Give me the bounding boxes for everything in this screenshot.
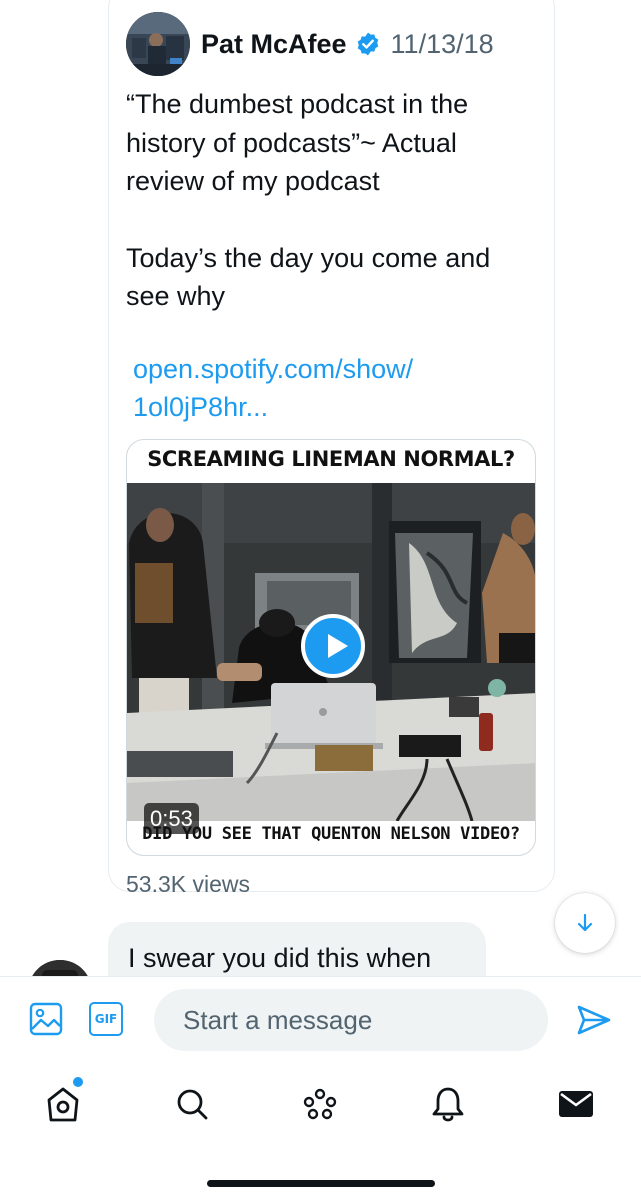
media-title: SCREAMING LINEMAN NORMAL? xyxy=(147,447,515,471)
tab-messages[interactable] xyxy=(554,1082,598,1126)
gif-label: GIF xyxy=(94,1012,118,1026)
spaces-icon xyxy=(303,1088,337,1120)
message-placeholder: Start a message xyxy=(183,1005,373,1035)
tab-spaces[interactable] xyxy=(298,1082,342,1126)
author-avatar[interactable] xyxy=(126,12,190,76)
spotify-link[interactable]: open.spotify.com/show/ 1ol0jP8hr... xyxy=(133,350,533,426)
tweet-text-line: see why xyxy=(126,281,226,311)
tab-home[interactable] xyxy=(41,1082,85,1126)
tweet-text: “The dumbest podcast in the history of p… xyxy=(126,85,546,316)
image-icon[interactable] xyxy=(28,1001,64,1037)
bell-icon xyxy=(432,1087,464,1122)
search-icon xyxy=(177,1089,208,1120)
media-caption: DID YOU SEE THAT QUENTON NELSON VIDEO? xyxy=(142,824,520,844)
tweet-text-line: history of podcasts”~ Actual xyxy=(126,127,457,158)
tweet-text-line: Today’s the day you come and xyxy=(126,242,491,273)
scroll-to-bottom-button[interactable] xyxy=(555,893,615,953)
tweet-text-line: “The dumbest podcast in the xyxy=(126,89,469,119)
play-icon xyxy=(328,634,348,658)
gif-icon[interactable]: GIF xyxy=(89,1002,123,1036)
mail-icon xyxy=(559,1091,593,1117)
home-indicator xyxy=(207,1180,435,1187)
tab-notifications[interactable] xyxy=(426,1082,470,1126)
play-button[interactable] xyxy=(301,614,365,678)
arrow-down-icon xyxy=(577,913,593,932)
spotify-link-line[interactable]: open.spotify.com/show/ xyxy=(133,350,533,388)
message-text: I swear you did this when xyxy=(128,943,432,973)
view-count: 53.3K views xyxy=(126,871,251,897)
tab-search[interactable] xyxy=(170,1082,214,1126)
media-card[interactable]: SCREAMING LINEMAN NORMAL? 0:53 DID YOU S… xyxy=(126,439,536,856)
author-name[interactable]: Pat McAfee xyxy=(201,29,347,60)
tweet-header: Pat McAfee 11/13/18 xyxy=(201,27,494,61)
spotify-link-line[interactable]: 1ol0jP8hr... xyxy=(133,388,533,426)
video-player[interactable] xyxy=(127,483,535,821)
home-icon xyxy=(47,1087,79,1122)
tweet-date: 11/13/18 xyxy=(390,28,494,59)
notification-dot xyxy=(73,1077,83,1087)
tweet-text-line: review of my podcast xyxy=(126,166,380,196)
verified-badge-icon xyxy=(357,32,378,56)
send-icon[interactable] xyxy=(576,1004,612,1036)
